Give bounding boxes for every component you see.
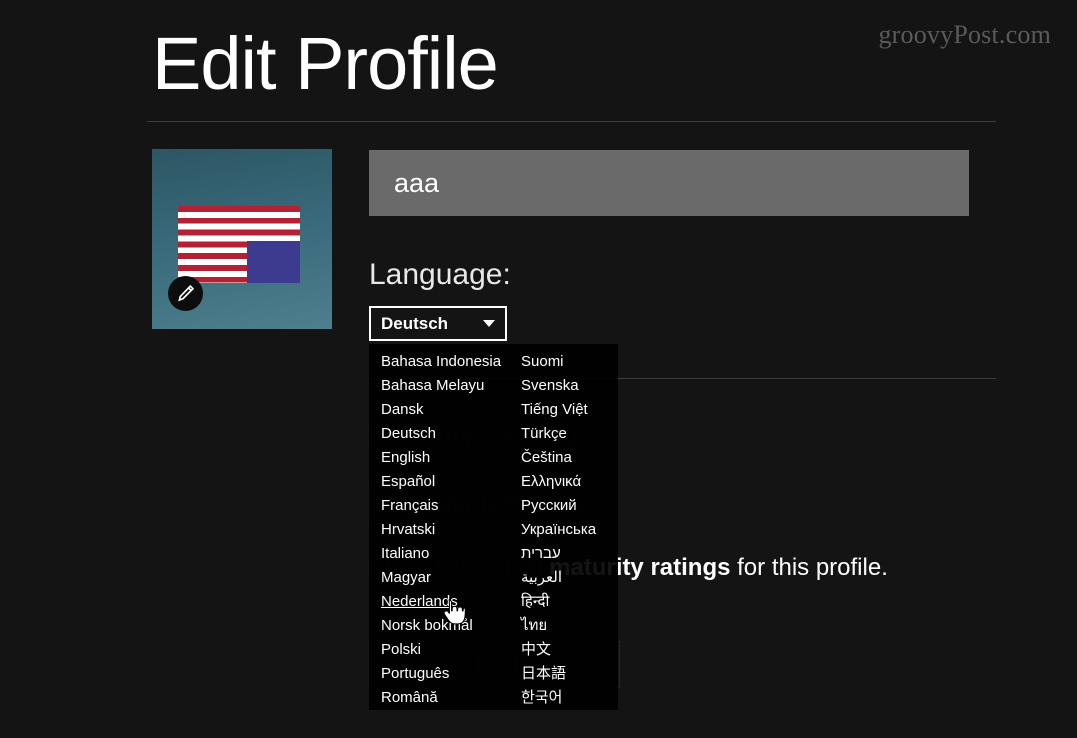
language-option-中文[interactable]: 中文 [521, 638, 618, 662]
language-select-button[interactable]: Deutsch [369, 306, 507, 341]
language-option-english[interactable]: English [381, 446, 517, 470]
maturity-description-suffix: for this profile. [730, 554, 888, 581]
language-option-português[interactable]: Português [381, 662, 517, 686]
site-watermark: groovyPost.com [878, 20, 1051, 49]
language-dropdown-menu[interactable]: Bahasa Indonesia Bahasa Melayu Dansk Deutsc… [369, 344, 618, 710]
language-option-bahasa-melayu[interactable]: Bahasa Melayu [381, 374, 517, 398]
language-option-suomi[interactable]: Suomi [521, 350, 618, 374]
language-select-value: Deutsch [381, 313, 449, 333]
language-option-français[interactable]: Français [381, 494, 517, 518]
language-options-column-left: Bahasa Indonesia Bahasa Melayu Dansk Deutsc… [369, 350, 517, 706]
language-option-dansk[interactable]: Dansk [381, 398, 517, 422]
language-option-ελληνικά[interactable]: Ελληνικά [521, 470, 618, 494]
language-option-日本語[interactable]: 日本語 [521, 662, 618, 686]
language-option-hrvatski[interactable]: Hrvatski [381, 518, 517, 542]
language-option-русский[interactable]: Русский [521, 494, 618, 518]
language-option-українська[interactable]: Українська [521, 518, 618, 542]
page-title: Edit Profile [152, 22, 499, 105]
language-option-italiano[interactable]: Italiano [381, 542, 517, 566]
language-option-한국어[interactable]: 한국어 [521, 686, 618, 710]
language-option-română[interactable]: Română [381, 686, 517, 710]
language-option-हिन्दी[interactable]: हिन्दी [521, 590, 618, 614]
profile-avatar[interactable] [152, 149, 332, 329]
avatar-flag-canton [247, 241, 300, 283]
language-label: Language: [369, 258, 511, 291]
profile-name-input[interactable] [369, 150, 969, 216]
chevron-down-icon [483, 320, 495, 327]
language-option-español[interactable]: Español [381, 470, 517, 494]
language-option-norsk-bokmål[interactable]: Norsk bokmål [381, 614, 517, 638]
language-option-עברית[interactable]: עברית [521, 542, 618, 566]
language-option-magyar[interactable]: Magyar [381, 566, 517, 590]
language-option-العربية[interactable]: العربية [521, 566, 618, 590]
language-option-deutsch[interactable]: Deutsch [381, 422, 517, 446]
language-option-čeština[interactable]: Čeština [521, 446, 618, 470]
avatar-edit-pencil-icon[interactable] [168, 276, 203, 311]
language-option-svenska[interactable]: Svenska [521, 374, 618, 398]
language-option-ไทย[interactable]: ไทย [521, 614, 618, 638]
divider-top [147, 121, 996, 122]
language-option-nederlands[interactable]: Nederlands [381, 590, 517, 614]
avatar-flag-image [178, 206, 300, 283]
language-option-polski[interactable]: Polski [381, 638, 517, 662]
language-option-türkçe[interactable]: Türkçe [521, 422, 618, 446]
language-options-column-right: Suomi Svenska Tiếng Việt Türkçe Čeština Ελλην… [517, 350, 618, 706]
language-option-tiếng-việt[interactable]: Tiếng Việt [521, 398, 618, 422]
language-option-bahasa-indonesia[interactable]: Bahasa Indonesia [381, 350, 517, 374]
